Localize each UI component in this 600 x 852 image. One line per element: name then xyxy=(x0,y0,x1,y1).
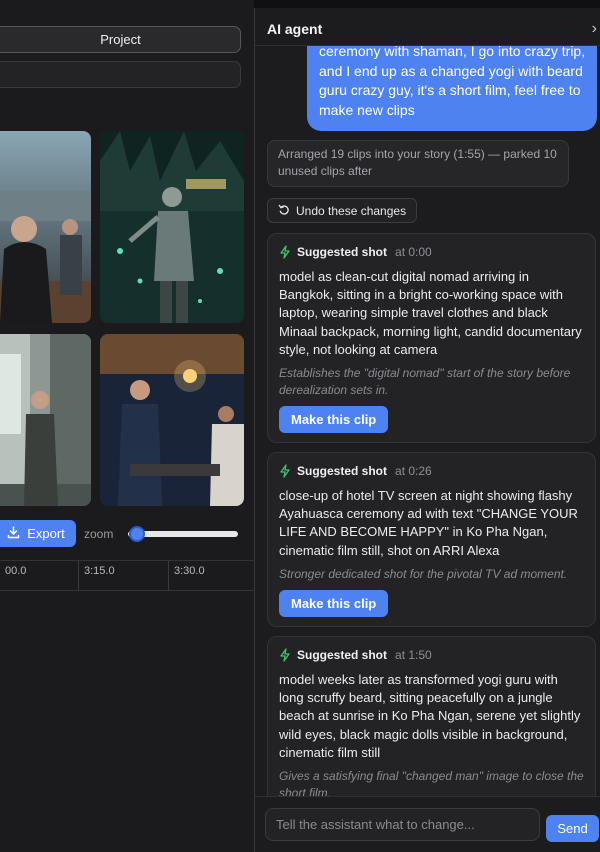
export-label: Export xyxy=(27,526,65,541)
lightning-icon xyxy=(280,464,290,478)
suggested-shot-card: Suggested shot at 1:50 model weeks later… xyxy=(267,636,596,806)
make-clip-button[interactable]: Make this clip xyxy=(279,589,389,617)
chat-input[interactable] xyxy=(265,808,540,841)
panel-header: AI agent › xyxy=(255,8,600,46)
suggestion-time: at 0:00 xyxy=(395,245,432,259)
user-message-bubble: ceremony with shaman, I go into crazy tr… xyxy=(307,38,597,131)
zoom-label: zoom xyxy=(84,527,114,541)
zoom-slider-knob[interactable] xyxy=(129,526,145,542)
clip-thumbnail-train[interactable] xyxy=(0,334,91,506)
undo-label: Undo these changes xyxy=(296,203,407,218)
clip-thumbnail-jungle[interactable] xyxy=(100,131,244,323)
make-clip-button[interactable]: Make this clip xyxy=(279,406,389,434)
suggestion-reason: Stronger dedicated shot for the pivotal … xyxy=(279,566,568,581)
export-button[interactable]: Export xyxy=(0,520,76,547)
suggestion-prompt: close-up of hotel TV screen at night sho… xyxy=(279,488,578,558)
lightning-icon xyxy=(280,245,290,259)
clip-thumbnail-bus[interactable] xyxy=(0,131,91,323)
chevron-right-icon[interactable]: › xyxy=(592,20,597,38)
suggestion-reason: Establishes the "digital nomad" start of… xyxy=(279,366,571,398)
arrangement-status-note: Arranged 19 clips into your story (1:55)… xyxy=(267,140,569,187)
clip-thumbnail-night-market[interactable] xyxy=(100,334,244,506)
ai-agent-panel: ceremony with shaman, I go into crazy tr… xyxy=(254,8,600,852)
download-icon xyxy=(7,525,20,542)
suggestion-time: at 1:50 xyxy=(395,648,432,662)
ruler-tick: 3:15.0 xyxy=(78,561,115,591)
suggestion-prompt: model weeks later as transformed yogi gu… xyxy=(279,672,581,760)
lightning-icon xyxy=(280,648,290,662)
panel-title: AI agent xyxy=(267,21,323,37)
suggestion-header: Suggested shot xyxy=(297,648,388,662)
suggested-shot-card: Suggested shot at 0:00 model as clean-cu… xyxy=(267,233,596,444)
suggestion-header: Suggested shot xyxy=(297,245,388,259)
project-button[interactable]: Project xyxy=(0,26,241,53)
ruler-tick: 3:30.0 xyxy=(168,561,205,591)
send-button[interactable]: Send xyxy=(546,815,599,842)
suggestion-prompt: model as clean-cut digital nomad arrivin… xyxy=(279,269,582,357)
project-name-field[interactable] xyxy=(0,61,241,88)
suggestion-header: Suggested shot xyxy=(297,464,388,478)
editor-pane: Project Export zoom 00.0 3:15.0 3:30.0 xyxy=(0,0,254,852)
suggestion-time: at 0:26 xyxy=(395,464,432,478)
header-divider xyxy=(255,45,600,46)
timeline-ruler[interactable]: 00.0 3:15.0 3:30.0 xyxy=(0,560,254,591)
undo-changes-button[interactable]: Undo these changes xyxy=(267,198,418,223)
ruler-tick: 00.0 xyxy=(0,561,26,591)
suggested-shot-card: Suggested shot at 0:26 close-up of hotel… xyxy=(267,452,596,627)
zoom-slider[interactable] xyxy=(124,526,240,542)
undo-icon xyxy=(278,203,290,218)
